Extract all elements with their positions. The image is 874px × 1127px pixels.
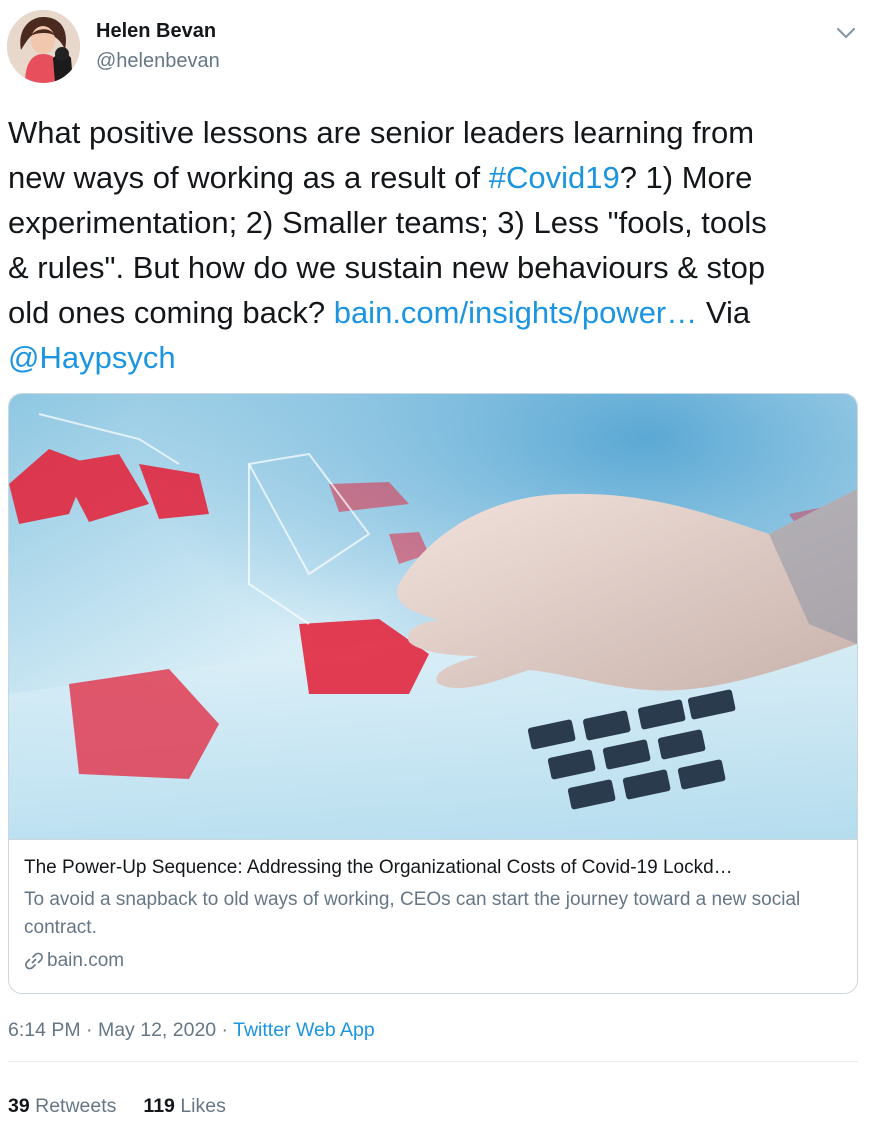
tweet-text-line: @Haypsych — [8, 335, 870, 380]
author-name[interactable]: Helen Bevan — [96, 20, 216, 43]
tweet-source[interactable]: Twitter Web App — [233, 1019, 375, 1041]
tweet-text-line: new ways of working as a result of #Covi… — [8, 155, 870, 200]
tweet-text-segment: What positive lessons are senior leaders… — [8, 115, 755, 150]
retweets-count: 39 — [8, 1095, 30, 1117]
tweet-time[interactable]: 6:14 PM — [8, 1019, 81, 1041]
divider — [8, 1061, 858, 1062]
meta-separator: · — [80, 1019, 98, 1041]
likes-label: Likes — [180, 1095, 226, 1117]
tweet-text-line: old ones coming back? bain.com/insights/… — [8, 290, 870, 335]
chevron-down-icon[interactable] — [831, 18, 861, 48]
tweet-link[interactable]: #Covid19 — [489, 160, 620, 195]
tweet-link[interactable]: @Haypsych — [8, 340, 176, 375]
tweet-text-segment: & rules". But how do we sustain new beha… — [8, 250, 766, 285]
tweet-text-line: experimentation; 2) Smaller teams; 3) Le… — [8, 200, 870, 245]
retweets-label: Retweets — [35, 1095, 117, 1117]
tweet-text-line: & rules". But how do we sustain new beha… — [8, 245, 870, 290]
card-domain-text: bain.com — [47, 950, 125, 971]
tweet-text-segment: Via — [697, 295, 751, 330]
avatar[interactable] — [7, 10, 80, 83]
retweets-stat[interactable]: 39 Retweets — [8, 1095, 116, 1117]
tweet-text-segment: new ways of working as a result of — [8, 160, 489, 195]
card-body: The Power-Up Sequence: Addressing the Or… — [24, 854, 844, 974]
author-handle[interactable]: @helenbevan — [96, 50, 220, 73]
card-description: To avoid a snapback to old ways of worki… — [24, 889, 801, 938]
meta-separator-2: · — [216, 1019, 234, 1041]
link-card[interactable]: The Power-Up Sequence: Addressing the Or… — [8, 393, 858, 994]
card-image — [9, 394, 857, 840]
likes-count: 119 — [143, 1095, 175, 1117]
tweet-header: Helen Bevan @helenbevan — [0, 0, 874, 100]
tweet-text-segment: old ones coming back? — [8, 295, 334, 330]
tweet-link[interactable]: bain.com/insights/power… — [334, 295, 698, 330]
likes-stat[interactable]: 119 Likes — [143, 1095, 225, 1117]
tweet-text-segment: experimentation; 2) Smaller teams; 3) Le… — [8, 205, 767, 240]
card-title: The Power-Up Sequence: Addressing the Or… — [24, 857, 733, 878]
avatar-photo — [7, 10, 80, 83]
tweet-date[interactable]: May 12, 2020 — [98, 1019, 216, 1041]
tweet-stats: 39 Retweets 119 Likes — [8, 1095, 226, 1118]
tweet-text: What positive lessons are senior leaders… — [8, 110, 870, 380]
link-icon — [24, 951, 44, 971]
tweet-text-line: What positive lessons are senior leaders… — [8, 110, 870, 155]
tweet-text-segment: ? 1) More — [619, 160, 753, 195]
tweet-meta: 6:14 PM · May 12, 2020 · Twitter Web App — [8, 1019, 375, 1042]
card-domain: bain.com — [24, 948, 844, 974]
